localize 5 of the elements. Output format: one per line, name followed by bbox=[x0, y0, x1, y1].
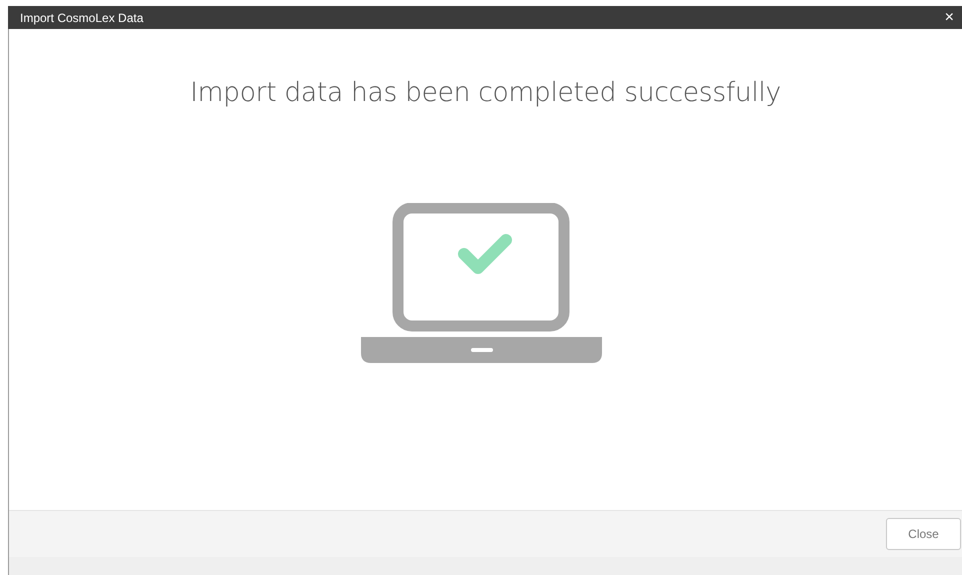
window-title: Import CosmoLex Data bbox=[20, 10, 144, 26]
close-button[interactable]: × bbox=[940, 10, 958, 26]
success-message: Import data has been completed successfully bbox=[190, 76, 781, 110]
close-button[interactable]: Close bbox=[886, 518, 961, 550]
laptop-check-icon bbox=[361, 202, 602, 363]
